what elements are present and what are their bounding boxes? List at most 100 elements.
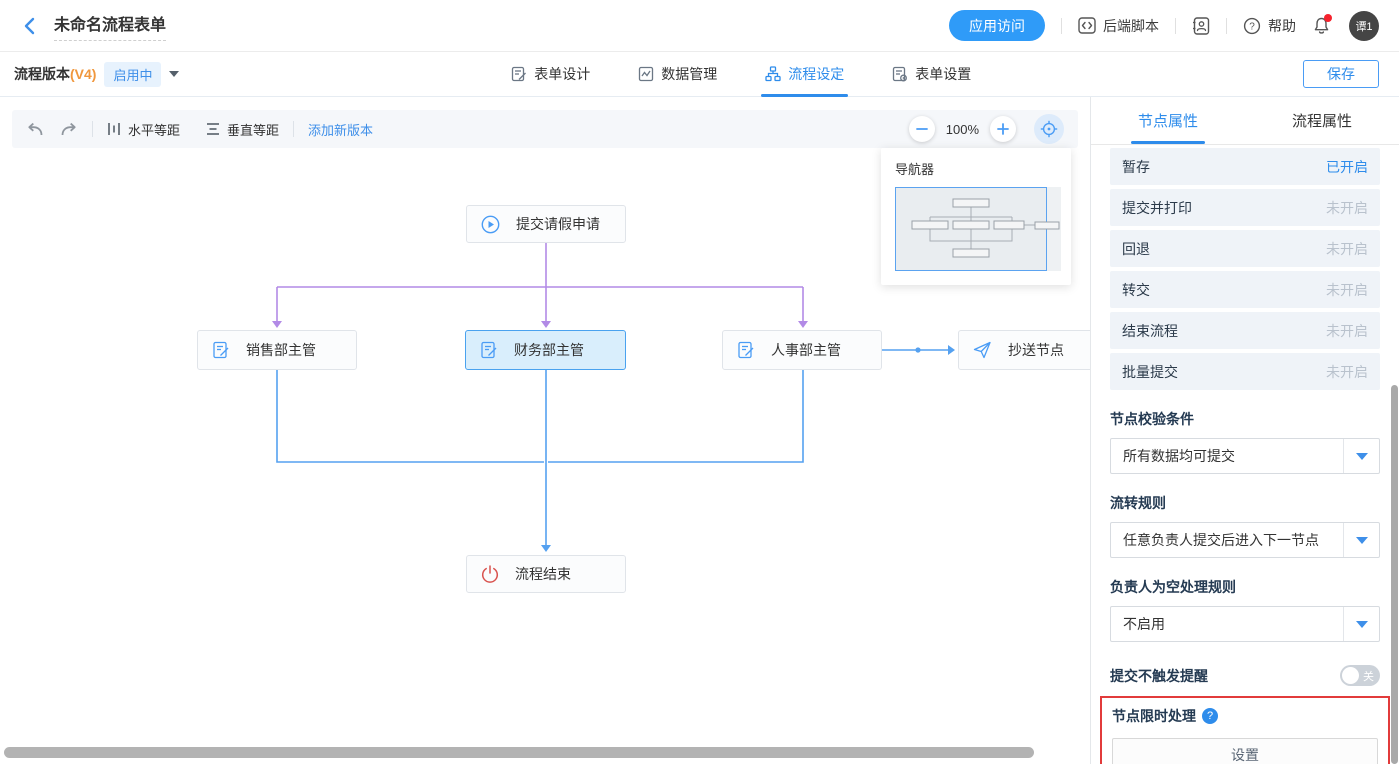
feature-label: 提交并打印 [1122, 198, 1192, 218]
section-no-reminder: 提交不触发提醒 关 [1110, 665, 1380, 686]
feature-row-draft[interactable]: 暂存 已开启 [1110, 148, 1380, 185]
flow-canvas[interactable]: 水平等距 垂直等距 添加新版本 [0, 97, 1090, 764]
node-validation-select[interactable]: 所有数据均可提交 [1110, 438, 1380, 474]
horizontal-scrollbar[interactable] [4, 747, 1034, 758]
navigator-title: 导航器 [895, 159, 1057, 178]
zoom-controls: 100% [909, 114, 1064, 144]
tab-flow-properties[interactable]: 流程属性 [1245, 97, 1399, 144]
notification-bell-icon[interactable] [1312, 16, 1331, 36]
flow-setting-icon [765, 66, 781, 82]
time-limit-header: 节点限时处理 ? [1112, 706, 1378, 726]
version-info: 流程版本 (V4) 启用中 [14, 62, 179, 87]
page-title: 未命名流程表单 [54, 11, 166, 41]
tab-label: 表单设计 [534, 64, 590, 84]
tab-form-setup[interactable]: 表单设置 [892, 52, 971, 97]
feature-label: 批量提交 [1122, 362, 1178, 382]
feature-row-end-flow[interactable]: 结束流程 未开启 [1110, 312, 1380, 349]
reminder-label: 提交不触发提醒 [1110, 666, 1208, 686]
feature-status: 未开启 [1326, 321, 1368, 341]
save-button[interactable]: 保存 [1303, 60, 1379, 88]
crosshair-icon [1040, 120, 1058, 138]
feature-row-rollback[interactable]: 回退 未开启 [1110, 230, 1380, 267]
feature-row-transfer[interactable]: 转交 未开启 [1110, 271, 1380, 308]
node-start[interactable]: 提交请假申请 [466, 205, 626, 243]
tab-label: 表单设置 [915, 64, 971, 84]
node-label: 流程结束 [515, 564, 571, 584]
time-limit-settings-button[interactable]: 设置 [1112, 738, 1378, 764]
feature-row-batch-submit[interactable]: 批量提交 未开启 [1110, 353, 1380, 390]
horizontal-equal-label: 水平等距 [128, 120, 180, 139]
zoom-out-button[interactable] [909, 116, 935, 142]
navigator-minimap[interactable] [895, 187, 1061, 271]
divider [293, 121, 294, 137]
horizontal-equal-icon [107, 122, 121, 136]
approval-doc-icon [480, 341, 498, 359]
top-header: 未命名流程表单 应用访问 后端脚本 [0, 0, 1399, 52]
empty-owner-select[interactable]: 不启用 [1110, 606, 1380, 642]
version-label: 流程版本 [14, 64, 70, 84]
feature-status: 未开启 [1326, 280, 1368, 300]
divider [1175, 18, 1176, 34]
main-area: 水平等距 垂直等距 添加新版本 [0, 97, 1399, 764]
app-root: 未命名流程表单 应用访问 后端脚本 [0, 0, 1399, 764]
select-caret[interactable] [1343, 523, 1379, 557]
undo-icon [26, 122, 43, 137]
tab-data-manage[interactable]: 数据管理 [638, 52, 717, 97]
help-question-icon[interactable]: ? [1202, 708, 1218, 724]
canvas-toolbar: 水平等距 垂直等距 添加新版本 [12, 110, 1078, 148]
redo-button[interactable] [61, 122, 78, 137]
select-caret[interactable] [1343, 607, 1379, 641]
undo-button[interactable] [26, 122, 43, 137]
back-button[interactable] [18, 15, 40, 37]
tab-node-properties[interactable]: 节点属性 [1091, 97, 1245, 144]
zoom-in-button[interactable] [990, 116, 1016, 142]
section-label: 负责人为空处理规则 [1110, 577, 1380, 597]
contacts-icon[interactable] [1192, 17, 1210, 35]
section-label: 流转规则 [1110, 493, 1380, 513]
vertical-scrollbar[interactable] [1391, 385, 1398, 764]
feature-status: 未开启 [1326, 239, 1368, 259]
avatar[interactable]: 谭1 [1349, 11, 1379, 41]
help-button[interactable]: ? 帮助 [1243, 16, 1296, 36]
help-icon: ? [1243, 17, 1261, 35]
node-approval-finance[interactable]: 财务部主管 [465, 330, 626, 370]
caret-down-icon [1356, 537, 1368, 544]
app-access-button[interactable]: 应用访问 [949, 10, 1045, 41]
vertical-equal-button[interactable]: 垂直等距 [206, 120, 279, 139]
feature-label: 转交 [1122, 280, 1150, 300]
header-right: 应用访问 后端脚本 [949, 10, 1379, 41]
backend-script-button[interactable]: 后端脚本 [1078, 16, 1159, 36]
node-approval-hr[interactable]: 人事部主管 [722, 330, 882, 370]
toggle-knob [1342, 667, 1359, 684]
properties-panel: 节点属性 流程属性 暂存 已开启 提交并打印 未开启 回退 未开启 转交 [1090, 97, 1399, 764]
feature-row-submit-print[interactable]: 提交并打印 未开启 [1110, 189, 1380, 226]
flow-rule-select[interactable]: 任意负责人提交后进入下一节点 [1110, 522, 1380, 558]
version-dropdown-caret[interactable] [169, 71, 179, 77]
status-badge: 启用中 [104, 62, 161, 87]
locate-center-button[interactable] [1034, 114, 1064, 144]
add-version-button[interactable]: 添加新版本 [308, 120, 373, 139]
vertical-equal-label: 垂直等距 [227, 120, 279, 139]
node-approval-sales[interactable]: 销售部主管 [197, 330, 357, 370]
contacts-book-icon [1192, 17, 1210, 35]
form-design-icon [511, 66, 527, 82]
tab-form-design[interactable]: 表单设计 [511, 52, 590, 97]
approval-doc-icon [212, 341, 230, 359]
feature-label: 暂存 [1122, 157, 1150, 177]
help-label: 帮助 [1268, 16, 1296, 36]
reminder-toggle[interactable]: 关 [1340, 665, 1380, 686]
divider [92, 121, 93, 137]
tab-label: 数据管理 [661, 64, 717, 84]
node-cc[interactable]: 抄送节点 [958, 330, 1090, 370]
divider [1061, 18, 1062, 34]
feature-label: 结束流程 [1122, 321, 1178, 341]
node-end[interactable]: 流程结束 [466, 555, 626, 593]
node-label: 人事部主管 [771, 340, 841, 360]
select-caret[interactable] [1343, 439, 1379, 473]
tab-label: 流程设定 [788, 64, 844, 84]
minimap-graph [895, 187, 1061, 271]
horizontal-equal-button[interactable]: 水平等距 [107, 120, 180, 139]
time-limit-label: 节点限时处理 [1112, 706, 1196, 726]
backend-script-label: 后端脚本 [1103, 16, 1159, 36]
tab-flow-setting[interactable]: 流程设定 [765, 52, 844, 97]
